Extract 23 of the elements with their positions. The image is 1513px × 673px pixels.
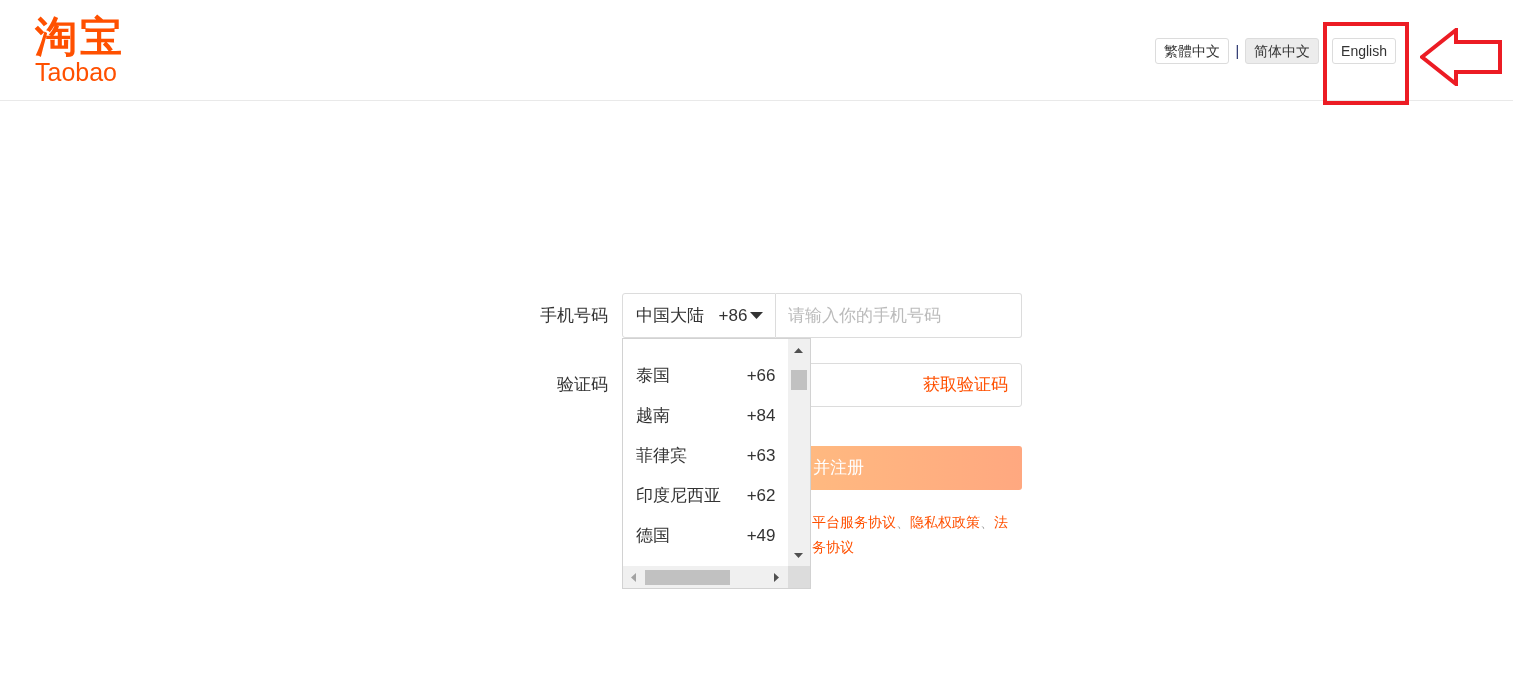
left-arrow-icon xyxy=(1420,28,1503,86)
logo-text: 淘宝 xyxy=(35,16,125,58)
triangle-down-icon[interactable] xyxy=(794,552,803,558)
triangle-left-icon[interactable] xyxy=(631,572,636,582)
caret-icon xyxy=(750,312,764,319)
phone-input[interactable]: 请输入你的手机号码 xyxy=(775,293,1022,338)
country-option[interactable]: 泰国 +66 xyxy=(622,356,788,396)
country-select[interactable]: 中国大陆 +86 xyxy=(621,293,776,338)
country-option[interactable]: 德国 +49 xyxy=(622,516,788,556)
field-label: 验证码 xyxy=(555,374,608,397)
triangle-right-icon[interactable] xyxy=(774,572,779,582)
field-label: 手机号码 xyxy=(538,304,608,327)
logo-wordmark: Taobao xyxy=(35,60,119,85)
language-button[interactable]: English xyxy=(1332,38,1396,64)
language-button[interactable]: 繁體中文 xyxy=(1155,38,1230,64)
scrollbar-thumb[interactable] xyxy=(644,569,730,585)
language-button[interactable]: 简体中文 xyxy=(1245,38,1320,64)
separator-text: 、 xyxy=(979,514,994,530)
separator-text: | xyxy=(1235,42,1240,61)
triangle-up-icon[interactable] xyxy=(794,347,803,353)
separator-text: 、 xyxy=(895,514,910,530)
country-option[interactable]: 越南 +84 xyxy=(622,396,788,436)
scrollbar-thumb[interactable] xyxy=(790,370,807,390)
